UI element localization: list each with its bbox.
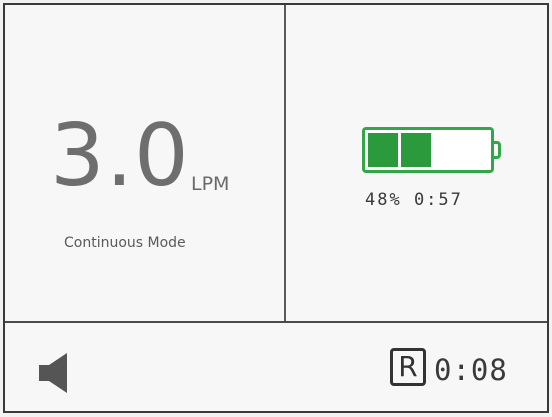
flow-rate-value: 3.0 [50,106,190,206]
battery-cell [401,133,431,167]
battery-icon [362,127,494,173]
speaker-icon[interactable] [37,351,77,395]
battery-panel: 48% 0:57 [286,5,547,321]
display-frame: 3.0 LPM Continuous Mode 48% 0:57 R 0:08 [3,3,549,413]
battery-cell [368,133,398,167]
timer-value: 0:08 [434,353,508,387]
status-bar: R 0:08 [5,321,547,411]
battery-status-text: 48% 0:57 [365,190,463,210]
flow-panel: 3.0 LPM Continuous Mode [5,5,286,321]
flow-rate-unit: LPM [191,173,230,195]
device-screen: 3.0 LPM Continuous Mode 48% 0:57 R 0:08 [0,0,552,417]
battery-tip [494,141,501,159]
r-badge: R [390,348,426,386]
mode-label: Continuous Mode [64,235,186,251]
battery-fill [368,133,431,167]
